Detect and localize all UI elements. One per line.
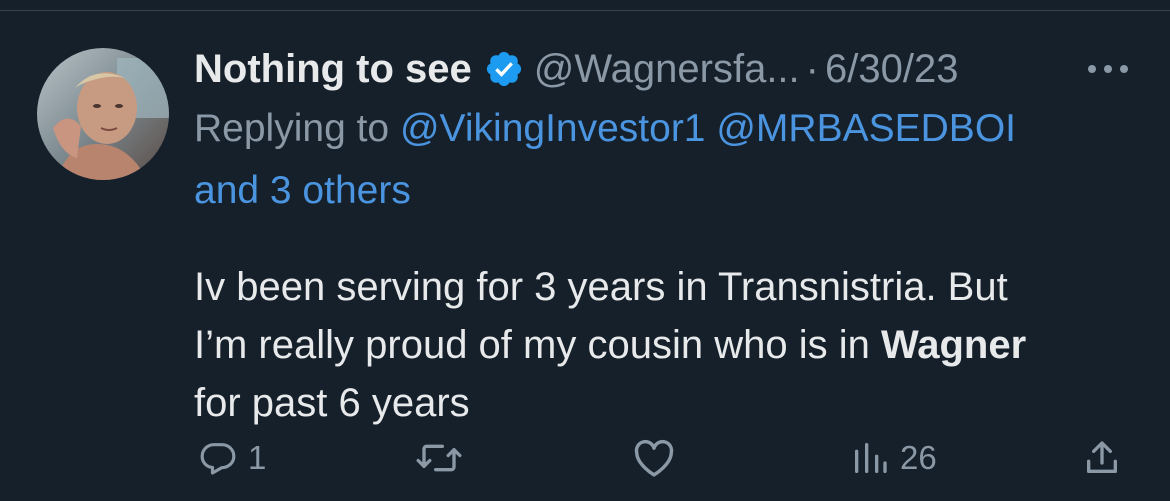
share-icon xyxy=(1082,438,1122,478)
reply-button[interactable]: 1 xyxy=(198,433,266,483)
replying-others-link[interactable]: and 3 others xyxy=(194,169,411,212)
reply-count: 1 xyxy=(248,439,267,476)
heart-icon xyxy=(632,438,676,478)
tweet-header: Nothing to see @Wagnersfa... · 6/30/23 xyxy=(194,40,1144,98)
header-separator: · xyxy=(805,46,819,91)
views-button[interactable]: 26 xyxy=(850,433,937,483)
avatar[interactable] xyxy=(37,48,169,180)
share-button[interactable] xyxy=(1082,433,1122,483)
tweet-text-line: I’m really proud of my cousin who is in xyxy=(194,323,881,367)
mention-link[interactable]: @VikingInvestor1 xyxy=(400,107,706,150)
retweet-icon xyxy=(414,438,464,478)
tweet-text-line: Iv been serving for 3 years in Transnist… xyxy=(194,265,1008,309)
tweet-text: Iv been serving for 3 years in Transnist… xyxy=(194,258,1144,432)
retweet-button[interactable] xyxy=(414,433,474,483)
avatar-image xyxy=(37,48,169,180)
views-count: 26 xyxy=(900,439,937,476)
verified-badge-icon xyxy=(484,49,524,89)
mention-link[interactable]: @MRBASEDBOI xyxy=(716,107,1016,150)
replying-prefix: Replying to xyxy=(194,107,390,150)
reply-icon xyxy=(198,438,238,478)
author-name[interactable]: Nothing to see xyxy=(194,47,472,92)
author-handle[interactable]: @Wagnersfa... xyxy=(534,47,800,92)
tweet-text-line: for past 6 years xyxy=(194,381,470,425)
like-button[interactable] xyxy=(632,433,686,483)
views-icon xyxy=(850,438,890,478)
more-horizontal-icon[interactable] xyxy=(1082,52,1134,86)
action-bar: 1 26 xyxy=(0,433,1170,483)
tweet-date[interactable]: 6/30/23 xyxy=(825,47,958,92)
tweet-text-bold: Wagner xyxy=(880,323,1027,367)
top-divider xyxy=(0,10,1170,11)
replying-to: Replying to @VikingInvestor1 @MRBASEDBOI… xyxy=(194,98,1144,222)
